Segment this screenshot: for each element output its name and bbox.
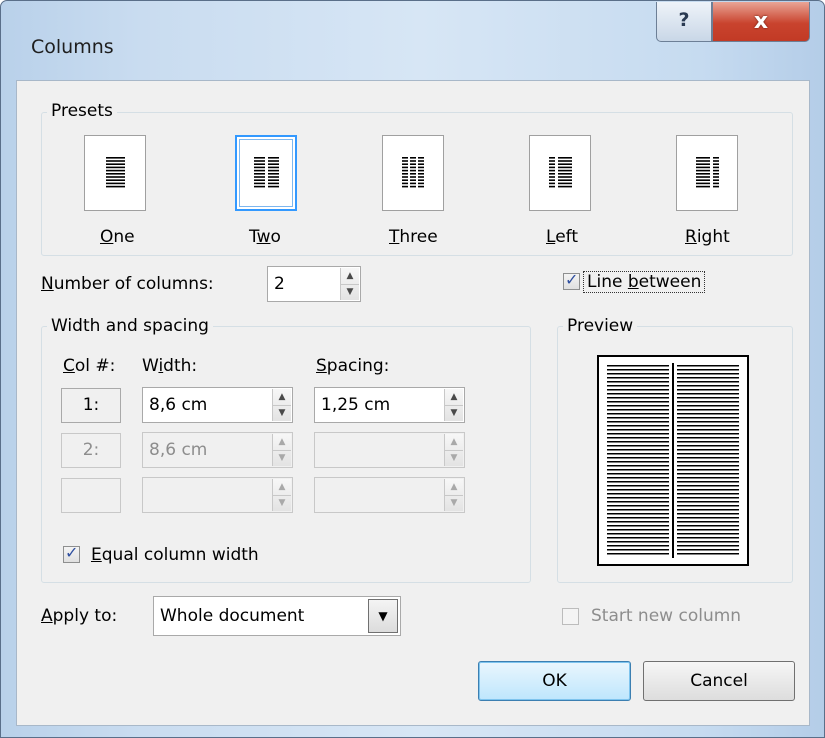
close-button[interactable]: x	[712, 2, 810, 42]
spin-up-arrow-icon[interactable]: ▲	[341, 268, 359, 285]
width-header: Width:	[142, 356, 198, 376]
width-spacing-group-label: Width and spacing	[47, 316, 213, 336]
spin-up-arrow-icon: ▲	[273, 434, 291, 451]
spin-down-arrow-icon: ▼	[278, 498, 286, 508]
width-field-col-3: ▲ ▼	[142, 477, 293, 513]
spin-up-arrow-icon[interactable]: ▲	[273, 389, 291, 406]
spin-up-arrow-icon: ▲	[273, 479, 291, 496]
preset-two-button[interactable]	[235, 135, 297, 211]
spin-up-arrow-icon: ▲	[445, 434, 463, 451]
checkmark-icon: ✓	[565, 270, 579, 289]
spin-up-arrow-icon[interactable]: ▲	[445, 389, 463, 406]
preset-one-button[interactable]	[84, 135, 146, 211]
apply-to-dropdown[interactable]: Whole document ▼	[153, 596, 401, 636]
preset-right-button[interactable]	[676, 135, 738, 211]
right-columns-icon	[696, 157, 719, 188]
preset-one-label: One	[100, 227, 135, 247]
width-value-col-2: 8,6 cm	[149, 440, 208, 460]
number-of-columns-spin[interactable]: ▲ ▼	[340, 268, 359, 300]
col-number-2: 2:	[61, 433, 121, 468]
equal-column-width-label[interactable]: Equal column width	[91, 545, 259, 565]
number-of-columns-spinner[interactable]: 2 ▲ ▼	[267, 266, 361, 302]
col-number-3	[61, 478, 121, 513]
ok-button[interactable]: OK	[478, 661, 631, 701]
preview-page	[597, 355, 749, 566]
spacing-spin-col-1[interactable]: ▲ ▼	[444, 389, 463, 421]
equal-column-width-checkbox[interactable]: ✓	[63, 543, 80, 563]
dropdown-arrow-icon[interactable]: ▼	[368, 599, 398, 633]
preset-right-label: Right	[685, 227, 730, 247]
apply-to-label: Apply to:	[41, 606, 118, 626]
col-number-header: Col #:	[63, 356, 116, 376]
spacing-header: Spacing:	[316, 356, 390, 376]
help-button[interactable]: ?	[656, 2, 712, 42]
question-mark-icon: ?	[678, 9, 690, 31]
spin-down-arrow-icon[interactable]: ▼	[445, 405, 463, 421]
spin-down-arrow-icon[interactable]: ▼	[273, 405, 291, 421]
width-field-col-1[interactable]: 8,6 cm ▲ ▼	[142, 387, 293, 423]
one-column-icon	[106, 157, 125, 188]
spin-down-arrow-icon: ▼	[450, 453, 458, 463]
spin-down-arrow-icon: ▼	[278, 453, 286, 463]
width-spin-col-1[interactable]: ▲ ▼	[272, 389, 291, 421]
width-spin-col-3: ▲ ▼	[272, 479, 291, 511]
preview-columns-graphic	[607, 363, 739, 558]
preset-two-label: Two	[249, 227, 281, 247]
title-bar: Columns ? x	[1, 1, 824, 71]
spacing-field-col-2: ▲ ▼	[314, 432, 465, 468]
dialog-title: Columns	[31, 36, 114, 58]
apply-to-value: Whole document	[160, 606, 305, 626]
cancel-button[interactable]: Cancel	[643, 661, 795, 701]
width-field-col-2: 8,6 cm ▲ ▼	[142, 432, 293, 468]
width-spin-col-2: ▲ ▼	[272, 434, 291, 466]
start-new-column-label: Start new column	[591, 606, 742, 626]
number-of-columns-label: Number of columns:	[41, 274, 214, 294]
spacing-field-col-3: ▲ ▼	[314, 477, 465, 513]
col-number-1: 1:	[61, 388, 121, 423]
line-between-label[interactable]: Line between	[583, 271, 706, 293]
width-value-col-1: 8,6 cm	[149, 395, 208, 415]
spacing-value-col-1: 1,25 cm	[321, 395, 391, 415]
close-x-icon: x	[753, 9, 769, 34]
number-of-columns-value: 2	[274, 274, 285, 294]
line-between-checkbox[interactable]: ✓	[563, 270, 580, 290]
spacing-spin-col-2: ▲ ▼	[444, 434, 463, 466]
preset-three-label: Three	[389, 227, 438, 247]
left-columns-icon	[549, 157, 572, 188]
three-columns-icon	[402, 157, 424, 188]
spacing-field-col-1[interactable]: 1,25 cm ▲ ▼	[314, 387, 465, 423]
presets-group-label: Presets	[47, 101, 117, 121]
spin-down-arrow-icon: ▼	[450, 498, 458, 508]
preview-group-label: Preview	[563, 316, 638, 336]
spin-up-arrow-icon: ▲	[445, 479, 463, 496]
preset-three-button[interactable]	[382, 135, 444, 211]
preset-left-label: Left	[546, 227, 578, 247]
columns-dialog: Columns ? x Presets One Two Three Left R…	[0, 0, 825, 738]
start-new-column-checkbox	[562, 608, 579, 625]
spin-down-arrow-icon[interactable]: ▼	[341, 284, 359, 300]
checkmark-icon: ✓	[65, 543, 79, 562]
spacing-spin-col-3: ▲ ▼	[444, 479, 463, 511]
two-columns-icon	[254, 157, 279, 188]
preset-left-button[interactable]	[529, 135, 591, 211]
